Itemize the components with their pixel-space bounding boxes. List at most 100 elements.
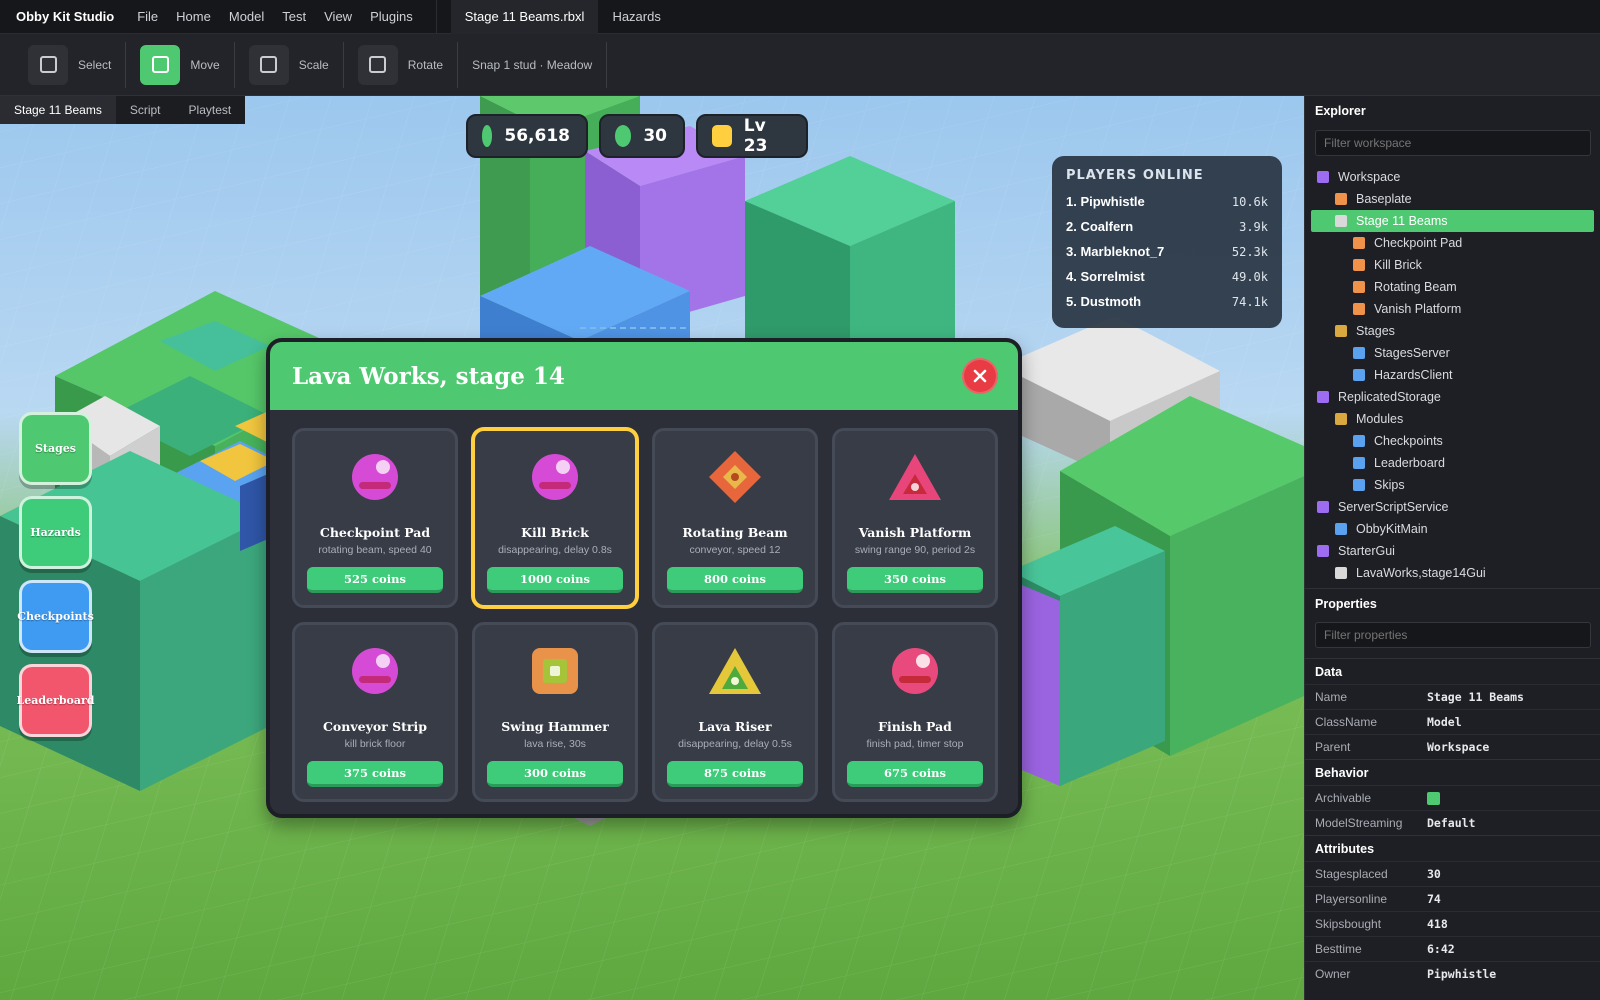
property-row[interactable]: Besttime 6:42 <box>1305 936 1600 961</box>
property-value[interactable]: 74 <box>1427 892 1441 906</box>
property-row[interactable]: Skipsbought 418 <box>1305 911 1600 936</box>
item-card-finish-pad[interactable]: Finish Pad finish pad, timer stop 675 co… <box>832 622 998 802</box>
buy-button[interactable]: 350 coins <box>847 567 983 593</box>
rotate-tool[interactable]: Rotate <box>357 44 453 85</box>
item-card-rotating-beam[interactable]: Rotating Beam conveyor, speed 12 800 coi… <box>652 428 818 608</box>
property-row[interactable]: Stagesplaced 30 <box>1305 861 1600 886</box>
property-row[interactable]: Parent Workspace <box>1305 734 1600 759</box>
tab-script[interactable]: Script <box>116 96 175 124</box>
property-row[interactable]: Playersonline 74 <box>1305 886 1600 911</box>
property-row[interactable]: Owner Pipwhistle <box>1305 961 1600 986</box>
property-value[interactable]: Stage 11 Beams <box>1427 690 1524 704</box>
checkpoints-button[interactable]: Checkpoints <box>17 580 94 653</box>
explorer-item[interactable]: StagesServer <box>1305 342 1600 364</box>
property-value[interactable]: 30 <box>1427 867 1441 881</box>
explorer-item[interactable]: ReplicatedStorage <box>1305 386 1600 408</box>
toolbar-divider <box>342 41 344 88</box>
buy-button[interactable]: 300 coins <box>487 761 623 787</box>
menu-test[interactable]: Test <box>273 9 315 24</box>
explorer-item[interactable]: HazardsClient <box>1305 364 1600 386</box>
property-value[interactable]: Pipwhistle <box>1427 967 1496 981</box>
property-value[interactable]: Workspace <box>1427 740 1489 754</box>
tab-playtest[interactable]: Playtest <box>175 96 246 124</box>
move-tool[interactable]: Move <box>140 44 229 85</box>
explorer-item[interactable]: Leaderboard <box>1305 452 1600 474</box>
rotate-tool-icon <box>357 44 398 85</box>
scale-tool[interactable]: Scale <box>248 44 339 85</box>
explorer-item-label: Modules <box>1356 412 1404 426</box>
property-row[interactable]: ModelStreaming Default <box>1305 810 1600 835</box>
close-button[interactable] <box>962 358 998 394</box>
item-card-checkpoint-pad[interactable]: Checkpoint Pad rotating beam, speed 40 5… <box>292 428 458 608</box>
explorer-item-label: ObbyKitMain <box>1356 522 1428 536</box>
stages-button[interactable]: Stages <box>19 412 92 485</box>
explorer-item[interactable]: LavaWorks,stage14Gui <box>1305 562 1600 584</box>
explorer-item[interactable]: Stage 11 Beams <box>1311 210 1594 232</box>
instance-icon <box>1353 347 1365 359</box>
item-card-conveyor-strip[interactable]: Conveyor Strip kill brick floor 375 coin… <box>292 622 458 802</box>
property-value[interactable]: 418 <box>1427 917 1448 931</box>
explorer-item[interactable]: Checkpoints <box>1305 430 1600 452</box>
item-card-vanish-platform[interactable]: Vanish Platform swing range 90, period 2… <box>832 428 998 608</box>
tab-stage-11-beams[interactable]: Stage 11 Beams <box>0 96 116 124</box>
buy-button[interactable]: 675 coins <box>847 761 983 787</box>
explorer-item[interactable]: Workspace <box>1305 166 1600 188</box>
menu-home[interactable]: Home <box>167 9 220 24</box>
property-section-header[interactable]: Attributes <box>1305 835 1600 861</box>
buy-button[interactable]: 875 coins <box>667 761 803 787</box>
explorer-item[interactable]: ServerScriptService <box>1305 496 1600 518</box>
property-value[interactable]: Model <box>1427 715 1462 729</box>
menu-view[interactable]: View <box>315 9 361 24</box>
item-card-swing-hammer[interactable]: Swing Hammer lava rise, 30s 300 coins <box>472 622 638 802</box>
player-name: 5. Dustmoth <box>1066 294 1142 309</box>
property-value[interactable]: Default <box>1427 816 1475 830</box>
properties-filter-input[interactable] <box>1315 622 1591 648</box>
item-card-lava-riser[interactable]: Lava Riser disappearing, delay 0.5s 875 … <box>652 622 818 802</box>
property-value[interactable]: 6:42 <box>1427 942 1455 956</box>
coin-icon <box>482 125 493 147</box>
item-card-kill-brick[interactable]: Kill Brick disappearing, delay 0.8s 1000… <box>472 428 638 608</box>
explorer-item-label: StarterGui <box>1338 544 1395 558</box>
hazards-button[interactable]: Hazards <box>19 496 92 569</box>
select-tool[interactable]: Select <box>28 44 121 85</box>
explorer-item[interactable]: Skips <box>1305 474 1600 496</box>
property-row[interactable]: Name Stage 11 Beams <box>1305 684 1600 709</box>
3d-viewport[interactable]: Stage 11 Beams Script Playtest 56,618 30… <box>0 96 1304 1000</box>
explorer-item-label: HazardsClient <box>1374 368 1453 382</box>
player-value: 10.6k <box>1231 194 1268 209</box>
buy-button[interactable]: 1000 coins <box>487 567 623 593</box>
explorer-item[interactable]: ObbyKitMain <box>1305 518 1600 540</box>
explorer-item[interactable]: StarterGui <box>1305 540 1600 562</box>
property-row[interactable]: ClassName Model <box>1305 709 1600 734</box>
instance-icon <box>1353 303 1365 315</box>
snap-setting[interactable]: Snap 1 stud · Meadow <box>472 58 592 72</box>
property-row[interactable]: Archivable <box>1305 785 1600 810</box>
explorer-filter-input[interactable] <box>1315 130 1591 156</box>
square-icon <box>532 648 578 694</box>
properties-title: Properties <box>1305 588 1600 618</box>
menu-plugins[interactable]: Plugins <box>361 9 422 24</box>
explorer-item-label: LavaWorks,stage14Gui <box>1356 566 1486 580</box>
explorer-item[interactable]: Modules <box>1305 408 1600 430</box>
player-name: 1. Pipwhistle <box>1066 194 1145 209</box>
menu-file[interactable]: File <box>128 9 167 24</box>
explorer-item[interactable]: Kill Brick <box>1305 254 1600 276</box>
file-tab-hazards[interactable]: Hazards <box>598 9 674 24</box>
explorer-item[interactable]: Rotating Beam <box>1305 276 1600 298</box>
instance-icon <box>1317 391 1329 403</box>
instance-icon <box>1353 479 1365 491</box>
explorer-item[interactable]: Baseplate <box>1305 188 1600 210</box>
explorer-item[interactable]: Stages <box>1305 320 1600 342</box>
property-key: Owner <box>1315 967 1351 981</box>
explorer-item[interactable]: Vanish Platform <box>1305 298 1600 320</box>
property-section-header[interactable]: Data <box>1305 658 1600 684</box>
archivable-checkbox[interactable] <box>1427 791 1440 805</box>
file-tab-active[interactable]: Stage 11 Beams.rbxl <box>450 0 599 34</box>
leaderboard-button[interactable]: Leaderboard <box>17 664 95 737</box>
buy-button[interactable]: 800 coins <box>667 567 803 593</box>
buy-button[interactable]: 375 coins <box>307 761 443 787</box>
explorer-item[interactable]: Checkpoint Pad <box>1305 232 1600 254</box>
buy-button[interactable]: 525 coins <box>307 567 443 593</box>
property-section-header[interactable]: Behavior <box>1305 759 1600 785</box>
menu-model[interactable]: Model <box>220 9 273 24</box>
